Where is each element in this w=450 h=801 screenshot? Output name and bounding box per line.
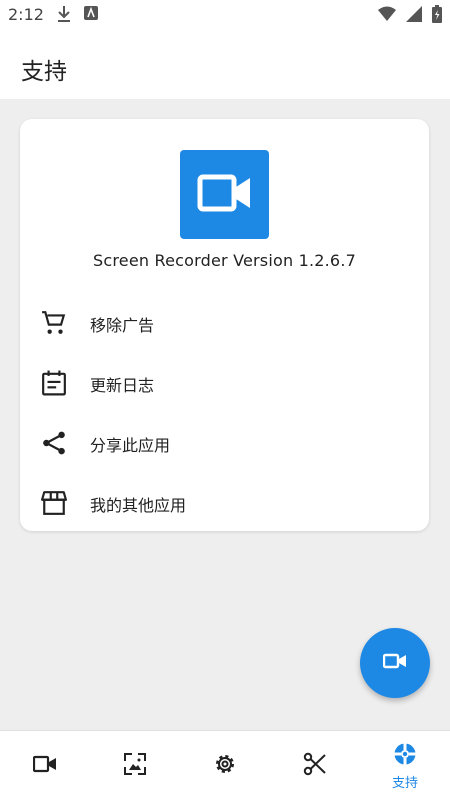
gear-icon [213,752,237,776]
nav-item-edit[interactable] [270,731,360,801]
video-camera-icon [382,653,407,673]
record-fab[interactable] [360,628,430,698]
share-icon [41,430,67,456]
lifebuoy-icon [393,742,417,766]
image-icon [123,752,147,776]
calendar-icon [41,370,67,396]
menu-item-label: 分享此应用 [90,436,171,455]
nav-item-settings[interactable] [180,731,270,801]
video-camera-icon [32,752,57,776]
store-icon [41,490,67,516]
wifi-icon [378,6,396,26]
download-icon [56,5,72,27]
status-time: 2:12 [8,5,44,24]
scissors-icon [303,752,327,776]
android-icon [84,5,98,27]
menu-item-label: 移除广告 [90,316,155,335]
support-card: Screen Recorder Version 1.2.6.7 移除广告 更新日… [20,119,429,531]
nav-item-label: 支持 [391,776,418,791]
bottom-nav: 支持 [0,730,450,801]
nav-item-support[interactable]: 支持 [360,731,450,801]
version-text: Screen Recorder Version 1.2.6.7 [93,251,356,270]
menu-item-label: 更新日志 [90,376,155,395]
menu-item-changelog[interactable]: 更新日志 [20,354,429,410]
battery-icon [432,5,442,27]
menu-item-other-apps[interactable]: 我的其他应用 [20,474,429,530]
app-bar: 支持 [0,30,450,99]
menu-item-remove-ads[interactable]: 移除广告 [20,294,429,350]
menu-item-share-app[interactable]: 分享此应用 [20,414,429,470]
menu-item-label: 我的其他应用 [90,496,187,515]
nav-item-gallery[interactable] [90,731,180,801]
app-logo [180,150,269,239]
cart-icon [41,310,67,336]
status-bar: 2:12 [0,0,450,30]
video-camera-icon [197,173,253,217]
nav-item-record[interactable] [0,731,90,801]
page-title: 支持 [21,59,67,85]
signal-icon [406,6,422,26]
